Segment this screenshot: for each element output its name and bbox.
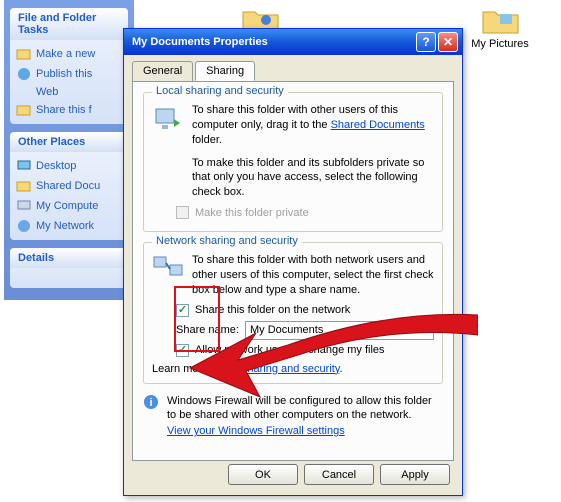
local-share-text-1: To share this folder with other users of… <box>192 103 434 200</box>
sidebar-item-label: My Network <box>36 220 94 232</box>
folder-new-icon <box>16 46 32 62</box>
firewall-settings-link[interactable]: View your Windows Firewall settings <box>167 425 345 437</box>
panel-header: Details <box>10 248 128 268</box>
folder-icon <box>16 178 32 194</box>
svg-text:i: i <box>149 397 152 409</box>
checkbox-make-private <box>176 206 189 219</box>
info-icon: i <box>143 394 159 410</box>
desktop-folder-label: My Pictures <box>471 38 528 50</box>
sidebar-item-shared-docs[interactable]: Shared Docu <box>16 176 122 196</box>
sidebar-item-label: Desktop <box>36 160 76 172</box>
ok-button[interactable]: OK <box>228 464 298 485</box>
tab-bar: General Sharing <box>124 55 462 81</box>
local-share-text-2: To make this folder and its subfolders p… <box>192 157 424 199</box>
panel-header: Other Places <box>10 132 128 152</box>
computer-icon <box>16 198 32 214</box>
tab-label: General <box>143 65 182 77</box>
help-button[interactable]: ? <box>416 32 436 52</box>
sidebar-item-desktop[interactable]: Desktop <box>16 156 122 176</box>
sidebar-item-web: Web <box>36 84 122 100</box>
annotation-arrow-icon <box>188 305 478 405</box>
sidebar-item-my-network[interactable]: My Network <box>16 216 122 236</box>
panel-header: File and Folder Tasks <box>10 8 128 40</box>
group-title: Network sharing and security <box>152 235 302 247</box>
desktop-folder-my-pictures[interactable]: My Pictures <box>470 0 530 50</box>
tab-label: Sharing <box>206 65 244 77</box>
sidebar-item-make-new[interactable]: Make a new <box>16 44 122 64</box>
checkbox-label: Make this folder private <box>195 207 309 219</box>
tab-general[interactable]: General <box>132 61 193 81</box>
dialog-button-row: OK Cancel Apply <box>228 464 450 485</box>
sidebar-item-label: Make a new <box>36 48 95 60</box>
local-share-icon <box>152 103 184 200</box>
titlebar[interactable]: My Documents Properties ? ✕ <box>124 29 462 55</box>
sidebar-item-label: Web <box>36 86 58 98</box>
group-local-sharing: Local sharing and security To share this… <box>143 92 443 232</box>
cancel-button[interactable]: Cancel <box>304 464 374 485</box>
close-button[interactable]: ✕ <box>438 32 458 52</box>
checkbox-make-private-row: Make this folder private <box>176 206 434 219</box>
explorer-sidebar: File and Folder Tasks Make a new Publish… <box>4 0 134 300</box>
group-title: Local sharing and security <box>152 85 288 97</box>
dialog-title: My Documents Properties <box>128 36 414 48</box>
properties-dialog: My Documents Properties ? ✕ General Shar… <box>123 28 463 496</box>
folder-pictures-icon <box>480 0 520 36</box>
sidebar-item-publish[interactable]: Publish this <box>16 64 122 84</box>
sidebar-item-label: My Compute <box>36 200 98 212</box>
sidebar-panel-tasks: File and Folder Tasks Make a new Publish… <box>10 8 128 124</box>
sidebar-panel-places: Other Places Desktop Shared Docu My Comp… <box>10 132 128 240</box>
sidebar-panel-details: Details <box>10 248 128 288</box>
network-share-text: To share this folder with both network u… <box>192 253 434 298</box>
tab-sharing[interactable]: Sharing <box>195 61 255 81</box>
sidebar-item-my-computer[interactable]: My Compute <box>16 196 122 216</box>
sidebar-item-label: Share this f <box>36 104 92 116</box>
desktop-icon <box>16 158 32 174</box>
sidebar-item-label: Publish this <box>36 68 92 80</box>
network-icon <box>16 218 32 234</box>
sidebar-item-share[interactable]: Share this f <box>16 100 122 120</box>
sidebar-item-label: Shared Docu <box>36 180 100 192</box>
shared-documents-link[interactable]: Shared Documents <box>331 119 425 131</box>
share-folder-icon <box>16 102 32 118</box>
globe-icon <box>16 66 32 82</box>
apply-button[interactable]: Apply <box>380 464 450 485</box>
